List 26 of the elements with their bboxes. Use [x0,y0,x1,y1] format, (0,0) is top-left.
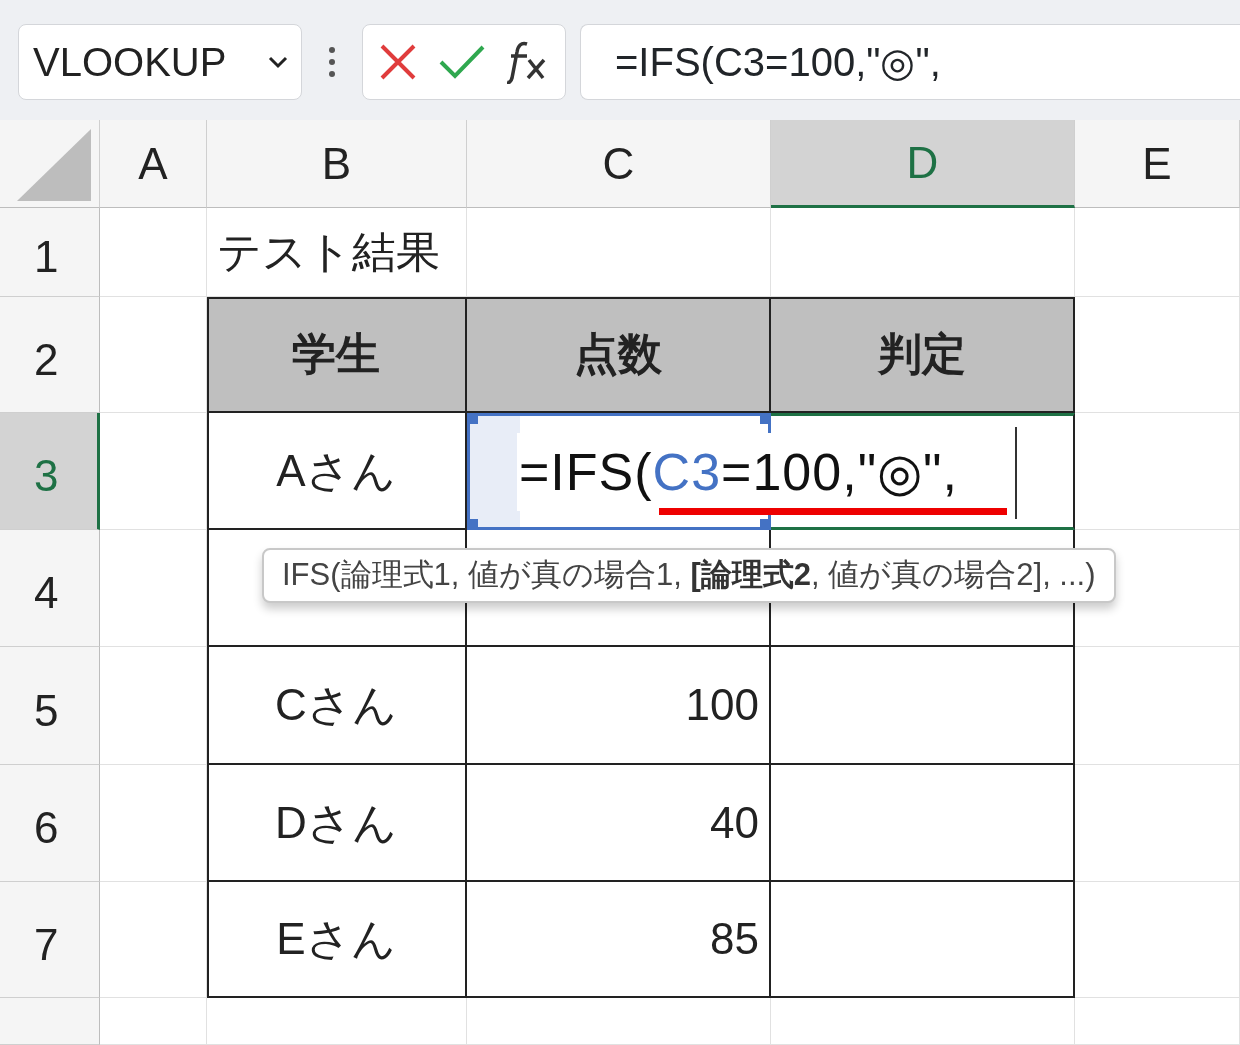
row-header[interactable]: 1 [0,208,100,297]
column-header[interactable]: B [207,120,467,208]
row-header[interactable]: 6 [0,765,100,882]
column-header[interactable]: D [771,120,1075,208]
function-tooltip: IFS(論理式1, 値が真の場合1, [論理式2, 値が真の場合2], ...) [262,548,1116,603]
row-header[interactable]: 4 [0,530,100,647]
name-box[interactable]: VLOOKUP [18,24,302,100]
table-cell: 85 [467,882,771,998]
table-cell: Eさん [207,882,467,998]
column-heading-cell: 学生 [207,297,467,413]
column-header[interactable]: C [467,120,771,208]
column-heading-cell: 点数 [467,297,771,413]
row-header[interactable]: 5 [0,647,100,765]
table-cell: Aさん [207,413,467,530]
table-cell: 40 [467,765,771,882]
table-cell: Dさん [207,765,467,882]
table-cell: Cさん [207,647,467,765]
column-header[interactable]: A [100,120,207,208]
name-box-value: VLOOKUP [33,39,227,86]
column-header[interactable]: E [1075,120,1240,208]
column-heading-cell: 判定 [771,297,1075,413]
row-header[interactable]: 7 [0,882,100,998]
table-cell: 100 [467,647,771,765]
row-header[interactable]: 2 [0,297,100,413]
formula-bar[interactable]: =IFS(C3=100,"◎", [580,24,1240,100]
row-header[interactable]: 3 [0,413,100,530]
